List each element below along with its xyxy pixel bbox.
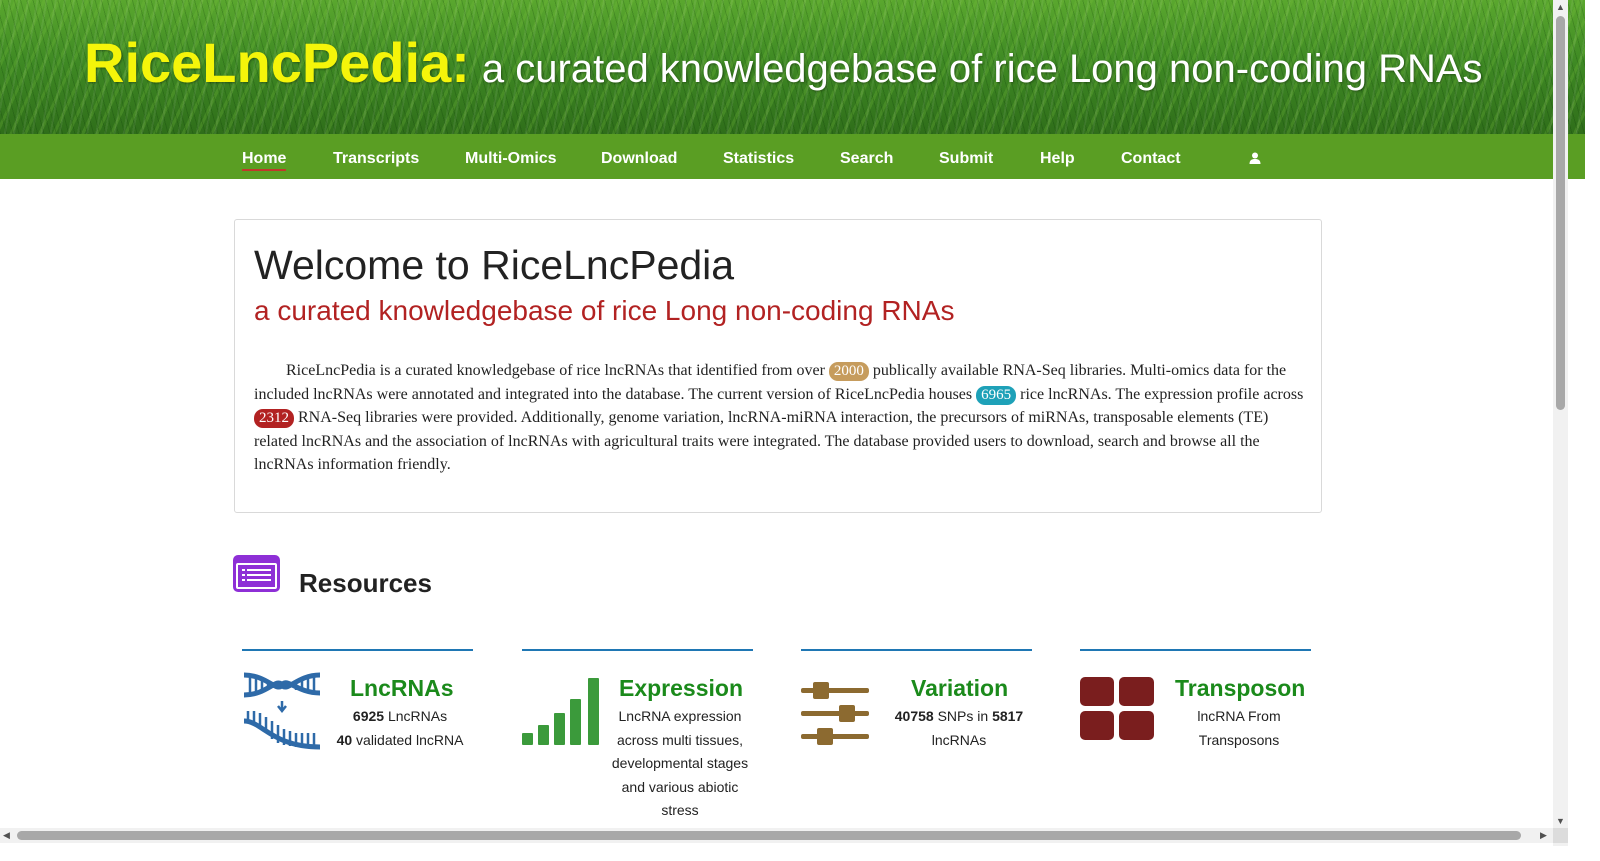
- nav-statistics[interactable]: Statistics: [723, 150, 794, 168]
- snp-count-label: SNPs in: [933, 708, 993, 724]
- nav-home[interactable]: Home: [242, 150, 287, 171]
- snp-lncrna-label: lncRNAs: [931, 731, 987, 748]
- lncrnas-card-desc: 6925 LncRNAs 40 validated lncRNA: [330, 705, 470, 752]
- libraries-count-badge: 2000: [828, 362, 869, 381]
- scroll-left-icon[interactable]: ◀: [3, 831, 10, 840]
- site-name[interactable]: RiceLncPedia:: [84, 31, 470, 94]
- variation-card-desc: 40758 SNPs in 5817 lncRNAs: [889, 705, 1029, 752]
- vertical-scrollbar-thumb[interactable]: [1556, 16, 1565, 410]
- nav-search[interactable]: Search: [840, 150, 893, 168]
- nav-transcripts[interactable]: Transcripts: [333, 150, 419, 168]
- site-tagline: a curated knowledgebase of rice Long non…: [481, 47, 1483, 91]
- welcome-title: Welcome to RiceLncPedia: [254, 242, 735, 288]
- card-divider: [242, 649, 473, 651]
- scrollbar-corner: [1553, 828, 1568, 843]
- validated-count-label: validated lncRNA: [352, 731, 464, 748]
- dna-icon[interactable]: [242, 671, 322, 751]
- signal-bars-icon[interactable]: [521, 677, 601, 745]
- nav-help[interactable]: Help: [1040, 150, 1075, 168]
- card-divider: [1080, 649, 1311, 651]
- transposon-card-desc: lncRNA From Transposons: [1197, 708, 1281, 748]
- grid-icon[interactable]: [1080, 677, 1154, 740]
- expression-card-title[interactable]: Expression: [619, 675, 743, 702]
- lncrnas-card-title[interactable]: LncRNAs: [350, 675, 454, 702]
- welcome-text-3: rice lncRNAs. The expression profile acr…: [1020, 385, 1304, 403]
- nav-contact[interactable]: Contact: [1121, 150, 1181, 168]
- welcome-text-1: RiceLncPedia is a curated knowledgebase …: [286, 362, 825, 379]
- welcome-card: Welcome to RiceLncPedia a curated knowle…: [234, 219, 1322, 513]
- scroll-right-icon[interactable]: ▶: [1540, 831, 1547, 840]
- rnaseq-count-badge: 2312: [254, 409, 294, 428]
- user-icon[interactable]: [1248, 151, 1262, 165]
- validated-count: 40: [336, 731, 353, 748]
- welcome-description: RiceLncPedia is a curated knowledgebase …: [254, 359, 1304, 477]
- snp-count: 40758: [894, 708, 934, 724]
- variation-card-title[interactable]: Variation: [911, 675, 1008, 702]
- banner-title: RiceLncPedia: a curated knowledgebase of …: [84, 30, 1483, 95]
- scroll-up-icon[interactable]: ▲: [1556, 3, 1565, 12]
- scroll-down-icon[interactable]: ▼: [1556, 817, 1565, 826]
- expression-card-desc: LncRNA expression across multi tissues, …: [611, 708, 749, 818]
- resources-title: Resources: [299, 568, 432, 598]
- list-icon: [233, 555, 280, 592]
- lncrnas-count: 6925: [352, 708, 385, 724]
- card-divider: [522, 649, 753, 651]
- horizontal-scrollbar-thumb[interactable]: [17, 831, 1521, 840]
- welcome-subtitle: a curated knowledgebase of rice Long non…: [254, 295, 955, 326]
- snp-lncrna-count: 5817: [992, 708, 1024, 724]
- nav-submit[interactable]: Submit: [939, 150, 993, 168]
- nav-multi-omics[interactable]: Multi-Omics: [465, 150, 557, 168]
- nav-download[interactable]: Download: [601, 150, 677, 168]
- transposon-card-title[interactable]: Transposon: [1175, 675, 1305, 702]
- lncrnas-count-label: LncRNAs: [384, 708, 448, 724]
- lncrna-count-badge: 6965: [976, 385, 1017, 405]
- header-banner: RiceLncPedia: a curated knowledgebase of …: [0, 0, 1585, 134]
- sliders-icon[interactable]: [801, 682, 869, 746]
- card-divider: [801, 649, 1032, 651]
- welcome-text-4: RNA-Seq libraries were provided. Additio…: [254, 409, 1269, 473]
